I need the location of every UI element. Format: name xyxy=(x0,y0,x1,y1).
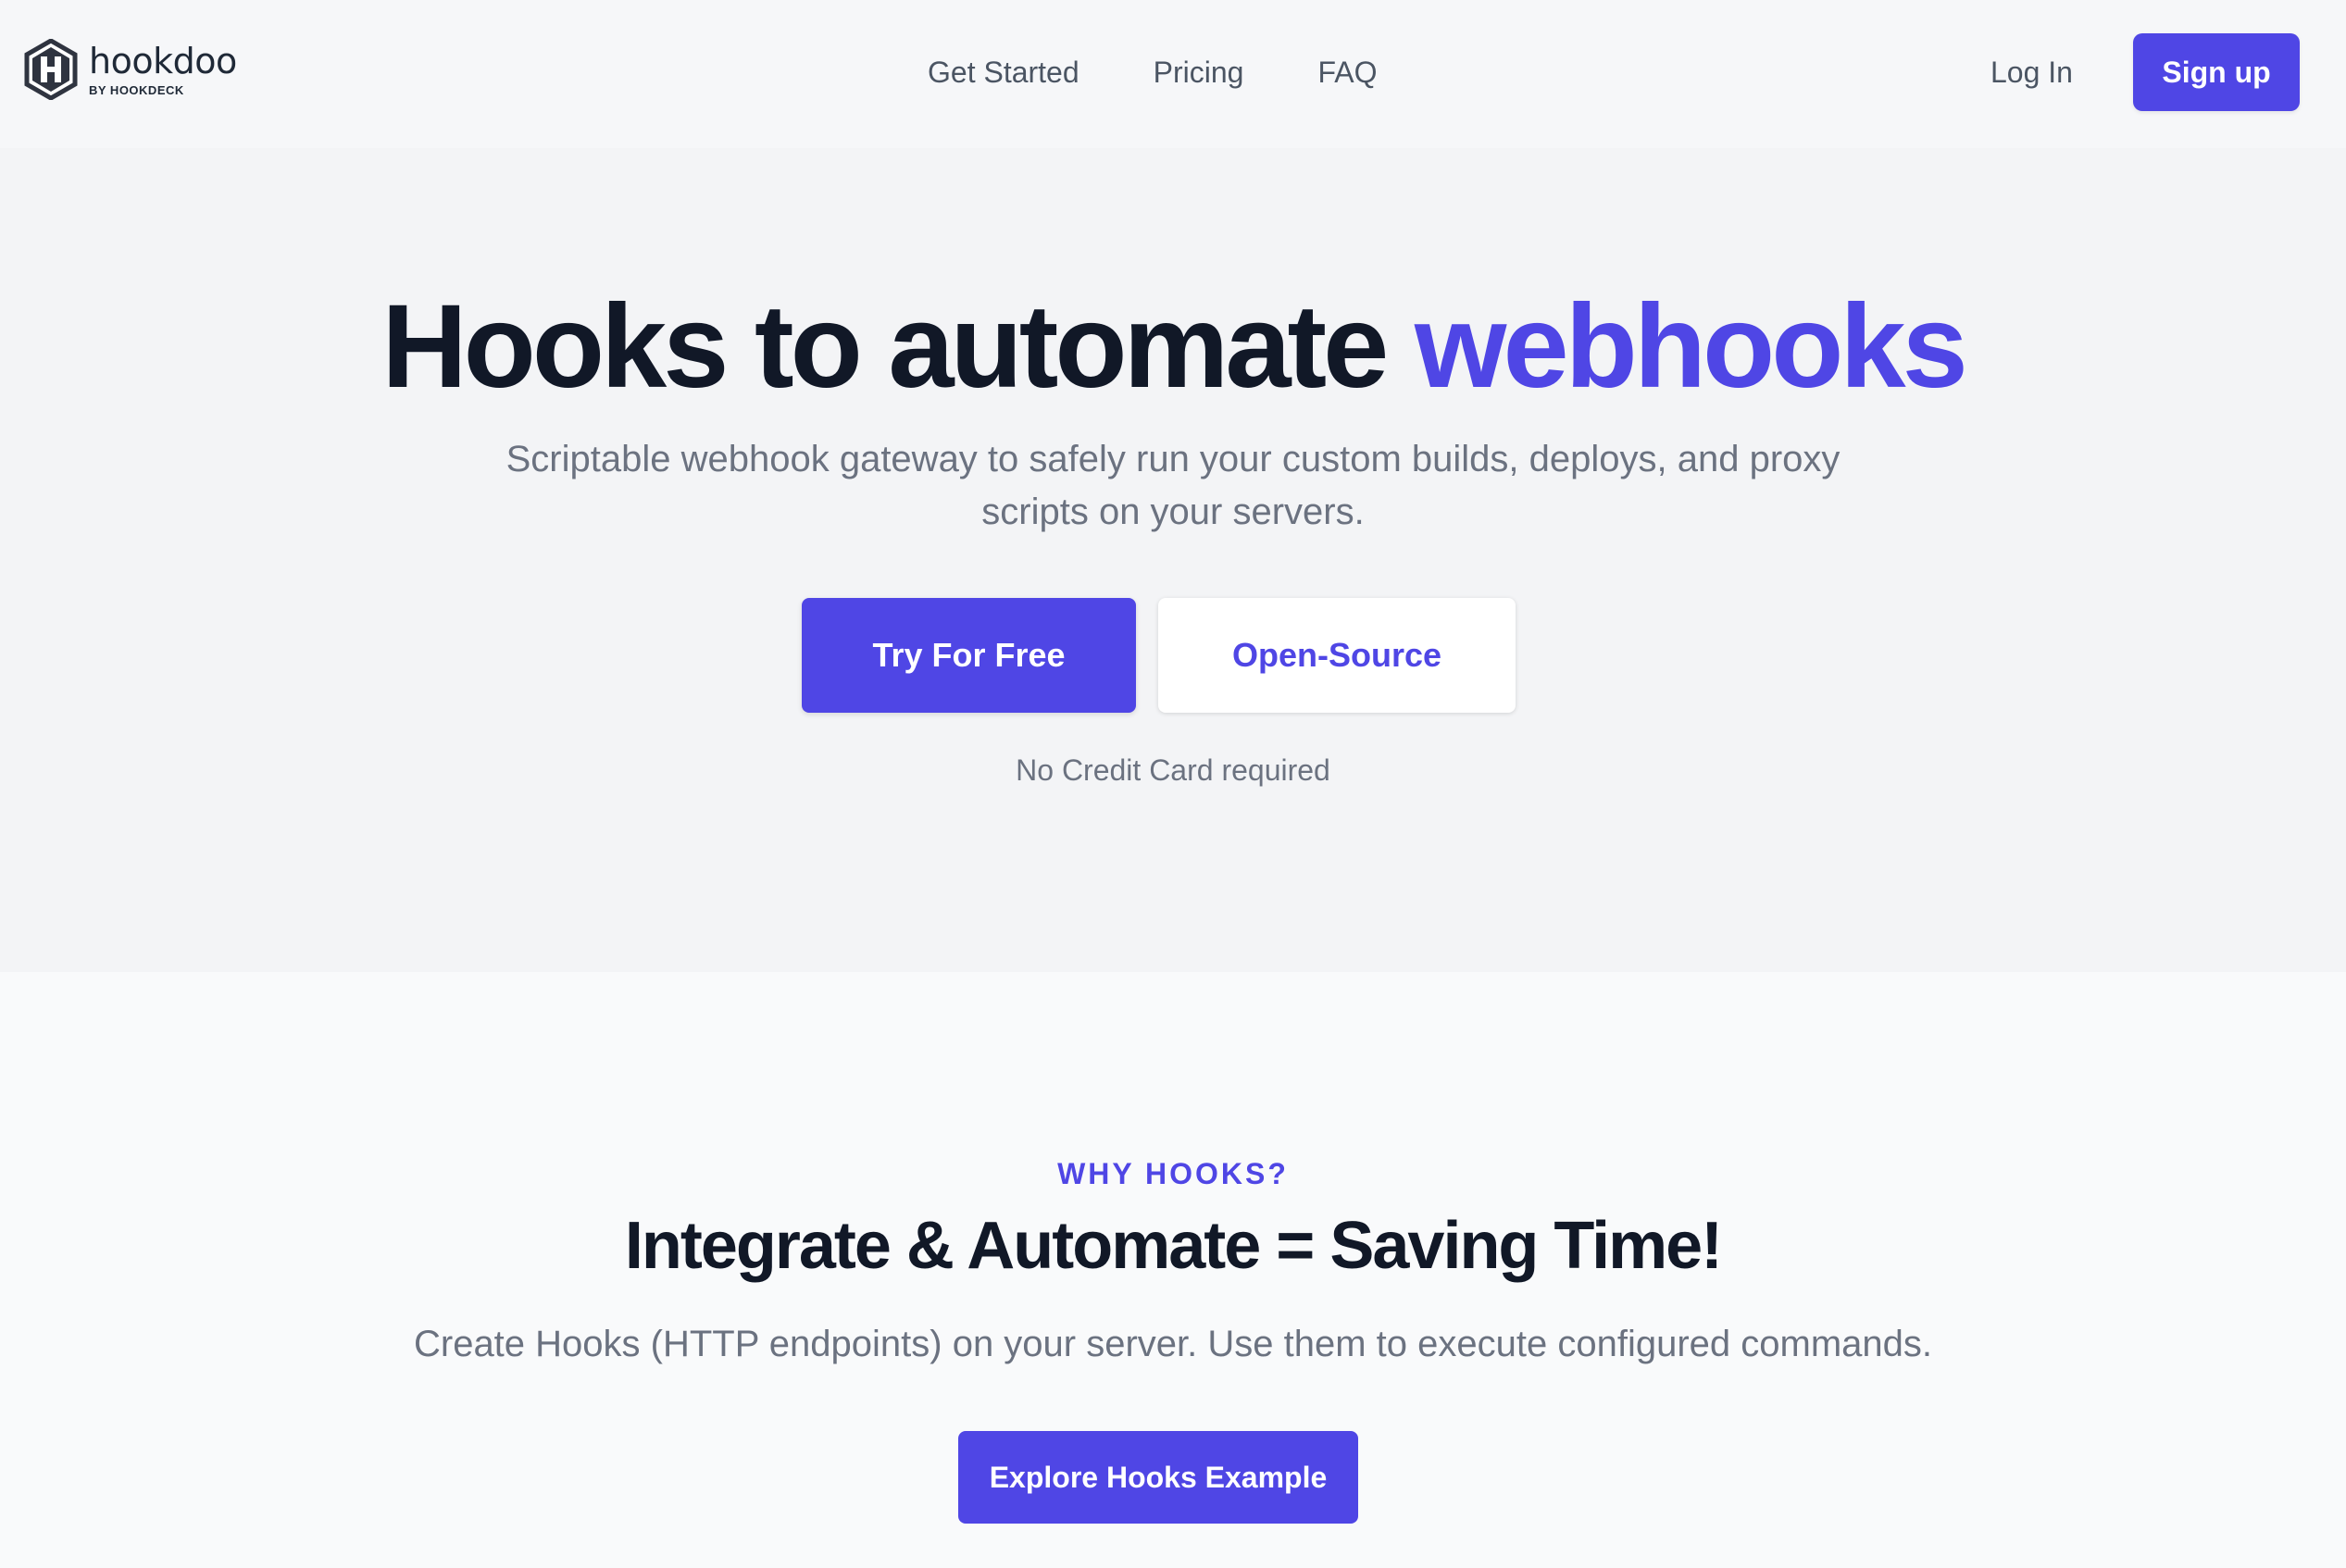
why-label: WHY HOOKS? xyxy=(1057,1157,1289,1190)
nav-item-pricing[interactable]: Pricing xyxy=(1154,52,1244,93)
explore-hooks-button[interactable]: Explore Hooks Example xyxy=(958,1431,1358,1524)
signup-button[interactable]: Sign up xyxy=(2133,33,2300,111)
brand-logo[interactable]: hookdoo BY HOOKDECK xyxy=(24,39,237,100)
brand-text: hookdoo BY HOOKDECK xyxy=(89,44,237,96)
try-for-free-button[interactable]: Try For Free xyxy=(802,598,1136,713)
hero-subtitle: Scriptable webhook gateway to safely run… xyxy=(505,439,1841,532)
nav-item-get-started[interactable]: Get Started xyxy=(928,52,1079,93)
why-section: WHY HOOKS? Integrate & Automate = Saving… xyxy=(0,972,2346,1568)
main-nav: Get Started Pricing FAQ xyxy=(928,52,1377,93)
hero-title-accent: webhooks xyxy=(1414,280,1968,413)
hero-section: Hooks to automate webhooks Scriptable we… xyxy=(0,148,2346,972)
hookdoo-logo-icon xyxy=(24,39,78,100)
login-link[interactable]: Log In xyxy=(1990,52,2073,93)
site-header: hookdoo BY HOOKDECK Get Started Pricing … xyxy=(0,0,2346,148)
no-credit-card-note: No Credit Card required xyxy=(1016,753,1330,787)
open-source-button[interactable]: Open-Source xyxy=(1158,598,1516,713)
nav-item-faq[interactable]: FAQ xyxy=(1317,52,1377,93)
why-title: Integrate & Automate = Saving Time! xyxy=(624,1209,1723,1283)
hero-title: Hooks to automate webhooks xyxy=(0,278,2346,417)
hero-title-main: Hooks to automate xyxy=(381,280,1389,413)
brand-subtitle: BY HOOKDECK xyxy=(89,82,184,97)
brand-name: hookdoo xyxy=(89,40,237,81)
why-description: Create Hooks (HTTP endpoints) on your se… xyxy=(413,1324,1933,1364)
